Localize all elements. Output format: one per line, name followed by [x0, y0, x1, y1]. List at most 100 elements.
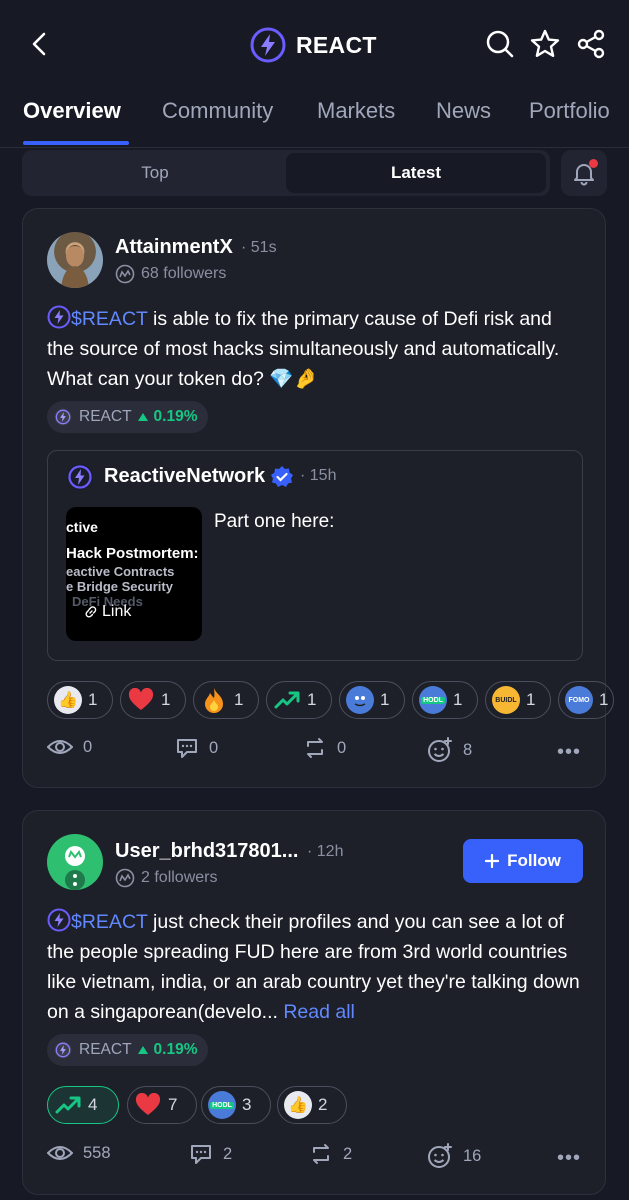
link-icon: [85, 606, 97, 618]
caret-up-icon: [137, 413, 148, 421]
heart-icon: [134, 1091, 162, 1119]
sort-latest-option[interactable]: Latest: [286, 153, 546, 193]
star-icon[interactable]: [529, 28, 561, 60]
reactions-stat[interactable]: 8: [427, 737, 472, 763]
share-icon[interactable]: [575, 28, 607, 60]
reaction-count: 1: [599, 690, 609, 709]
coin-tag[interactable]: REACT 0.19%: [47, 1034, 208, 1066]
reaction-count: 1: [234, 690, 244, 709]
link-preview-thumbnail[interactable]: ctive Hack Postmortem: eactive Contracts…: [66, 507, 202, 641]
tab-community[interactable]: Community: [162, 98, 273, 124]
quoted-author[interactable]: ReactiveNetwork: [104, 465, 265, 488]
buidl-icon: BUIDL: [492, 686, 520, 714]
post-card[interactable]: AttainmentX · 51s 68 followers $REACT is…: [22, 208, 614, 788]
reaction-fire[interactable]: 1: [193, 681, 259, 719]
reaction-trending-up[interactable]: 1: [266, 681, 332, 719]
quoted-time: · 15h: [300, 467, 337, 484]
cmc-logo-icon: [115, 868, 135, 888]
post-stats: 0 0 0 8 •••: [47, 737, 587, 767]
reaction-count: 1: [380, 690, 390, 709]
more-options-icon[interactable]: •••: [557, 1147, 581, 1170]
thumb-text-line: e Bridge Security: [66, 579, 173, 594]
views-stat[interactable]: 0: [47, 737, 92, 757]
sort-top-option[interactable]: Top: [26, 153, 284, 193]
active-tab-indicator: [23, 141, 129, 145]
reaction-fomo[interactable]: FOMO 1: [558, 681, 614, 719]
add-reaction-icon: [428, 737, 452, 762]
reaction-heart[interactable]: 1: [120, 681, 186, 719]
reaction-thumbs-up[interactable]: 👍 2: [277, 1086, 347, 1124]
thumbs-up-icon: 👍: [54, 686, 82, 714]
back-arrow-icon[interactable]: [28, 30, 52, 58]
follow-button[interactable]: Follow: [463, 839, 583, 883]
reaction-hodl[interactable]: HODL 1: [412, 681, 478, 719]
fomo-icon: FOMO: [565, 686, 593, 714]
tab-markets[interactable]: Markets: [317, 98, 395, 124]
tab-news[interactable]: News: [436, 98, 491, 124]
post-body: $REACT just check their profiles and you…: [47, 907, 587, 1027]
reaction-thumbs-up[interactable]: 👍 1: [47, 681, 113, 719]
reposts-stat[interactable]: 2: [309, 1143, 352, 1165]
caret-up-icon: [137, 1046, 148, 1054]
avatar[interactable]: [47, 834, 103, 890]
react-coin-icon: [54, 408, 72, 426]
read-all-link[interactable]: Read all: [283, 1001, 355, 1023]
followers-count: 2 followers: [141, 869, 218, 886]
react-coin-icon: [54, 1041, 72, 1059]
coin-symbol: REACT: [79, 1041, 132, 1058]
eye-icon: [47, 1146, 73, 1160]
thumb-text-line: eactive Contracts: [66, 564, 175, 579]
comments-stat[interactable]: 2: [189, 1143, 232, 1165]
reactive-network-avatar: [67, 464, 93, 490]
trending-up-icon: [54, 1091, 82, 1119]
cashtag-link[interactable]: $REACT: [71, 911, 148, 933]
tab-overview[interactable]: Overview: [23, 98, 121, 124]
quoted-text: Part one here:: [214, 511, 335, 532]
post-card[interactable]: User_brhd317801... · 12h 2 followers Fol…: [22, 810, 606, 1195]
views-count: 0: [83, 737, 93, 756]
tab-portfolio[interactable]: Portfolio: [529, 98, 610, 124]
react-logo-icon: [250, 27, 286, 63]
hodl-icon: HODL: [419, 686, 447, 714]
comment-icon: [191, 1145, 211, 1164]
reaction-count: 1: [526, 690, 536, 709]
more-options-icon[interactable]: •••: [557, 741, 581, 764]
coin-change: 0.19%: [153, 408, 198, 425]
quoted-post[interactable]: ReactiveNetwork · 15h ctive Hack Postmor…: [47, 450, 583, 661]
views-count: 558: [83, 1143, 111, 1162]
cmc-logo-icon: [115, 264, 135, 284]
post-author[interactable]: User_brhd317801...: [115, 840, 298, 863]
add-reaction-icon: [428, 1143, 452, 1168]
reposts-stat[interactable]: 0: [303, 737, 346, 759]
feed-sort-toggle: Top Latest: [22, 150, 550, 196]
coin-tag[interactable]: REACT 0.19%: [47, 401, 208, 433]
thumb-text-line: Hack Postmortem:: [66, 545, 199, 562]
avatar[interactable]: [47, 232, 103, 288]
reaction-heart[interactable]: 7: [127, 1086, 197, 1124]
verified-badge-icon: [271, 466, 293, 487]
views-stat[interactable]: 558: [47, 1143, 111, 1163]
thumbs-up-icon: 👍: [284, 1091, 312, 1119]
buidl-label: BUIDL: [495, 696, 517, 704]
comments-stat[interactable]: 0: [175, 737, 218, 759]
search-icon[interactable]: [484, 28, 516, 60]
reaction-buidl[interactable]: BUIDL 1: [485, 681, 551, 719]
post-author[interactable]: AttainmentX: [115, 236, 233, 259]
mascot-icon: [346, 686, 374, 714]
reactions-stat[interactable]: 16: [427, 1143, 481, 1169]
cashtag-link[interactable]: $REACT: [71, 308, 148, 330]
reaction-count: 1: [453, 690, 463, 709]
reaction-count: 7: [168, 1095, 178, 1114]
link-badge[interactable]: Link: [84, 603, 131, 621]
react-coin-icon: [47, 908, 71, 932]
hodl-label: HODL: [421, 696, 445, 704]
reaction-hodl[interactable]: HODL 3: [201, 1086, 271, 1124]
reaction-count: 1: [88, 690, 98, 709]
page-title: REACT: [296, 31, 377, 58]
follow-label: Follow: [507, 851, 561, 870]
reaction-trending-up[interactable]: 4: [47, 1086, 119, 1124]
reaction-rocket-mascot[interactable]: 1: [339, 681, 405, 719]
repost-icon: [307, 738, 323, 758]
reactions-count: 8: [463, 740, 473, 759]
notifications-button[interactable]: [561, 150, 607, 196]
